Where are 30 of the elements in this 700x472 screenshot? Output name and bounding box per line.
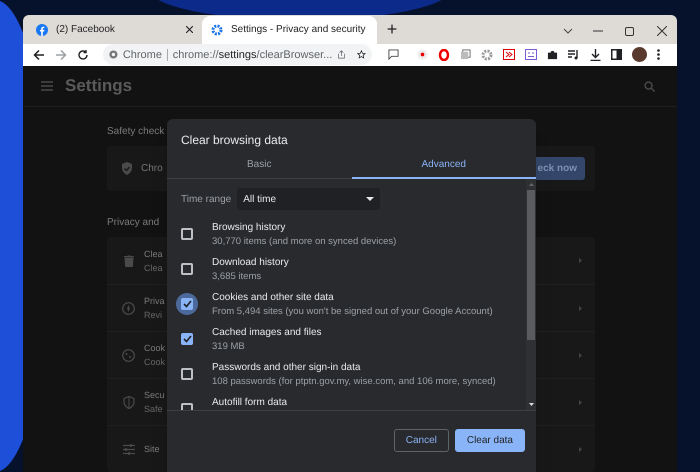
row-subtitle: Safe <box>144 403 164 416</box>
item-description: 30,770 items (and more on synced devices) <box>212 235 396 249</box>
section-heading: Safety check <box>107 125 164 139</box>
dialog-title: Clear browsing data <box>180 132 289 149</box>
item-title: Browsing history <box>212 221 286 235</box>
item-description: 3,685 items <box>212 270 262 284</box>
section-heading: Privacy and <box>107 216 160 230</box>
item-title: Cookies and other site data <box>212 291 335 305</box>
item-title: Download history <box>212 256 289 270</box>
tab-title: Settings - Privacy and security <box>231 23 366 38</box>
row-title: Clea <box>144 248 163 260</box>
row-title: Priva <box>144 295 165 308</box>
item-title: Cached images and files <box>212 326 322 340</box>
item-title: Passwords and other sign-in data <box>212 361 362 375</box>
row-subtitle: Revi <box>144 309 164 322</box>
item-title: Autofill form data <box>212 396 288 410</box>
site-label: Chrome <box>122 48 162 63</box>
item-description: 108 passwords (for ptptn.gov.my, wise.com, and 106 more, synced) <box>212 375 496 389</box>
row-subtitle: Clea <box>144 262 163 274</box>
item-description: From 5,494 sites (you won't be signed out of your Google Account) <box>212 305 493 319</box>
item-description: 319 MB <box>212 340 246 354</box>
safety-check-text: Chro <box>141 162 163 176</box>
row-title: Cook <box>144 342 166 355</box>
time-range-label: Time range <box>181 192 232 206</box>
tab-title: (2) Facebook <box>56 23 116 38</box>
url-text: chrome://settings/clearBrowser... <box>172 48 332 63</box>
row-subtitle: Cook <box>144 356 166 369</box>
row-title: Site <box>144 443 160 456</box>
row-title: Secu <box>144 389 165 402</box>
settings-title: Settings <box>65 75 132 98</box>
